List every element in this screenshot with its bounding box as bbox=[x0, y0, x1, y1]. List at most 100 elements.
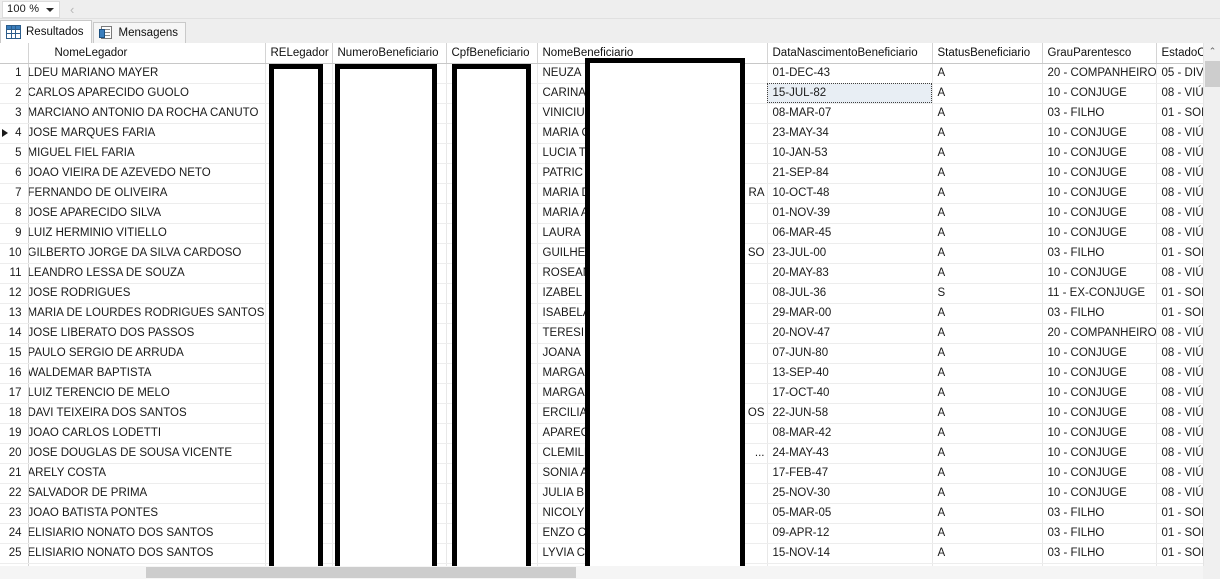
row-number[interactable]: 25 bbox=[0, 543, 29, 564]
row-number[interactable]: 12 bbox=[0, 283, 29, 304]
cell-nomelegador[interactable]: JOSE MARQUES FARIA bbox=[28, 123, 266, 144]
cell-nomelegador[interactable]: LEANDRO LESSA DE SOUZA bbox=[28, 263, 266, 284]
cell-datanascimento[interactable]: 01-NOV-39 bbox=[767, 203, 933, 224]
cell-grauparentesco[interactable]: 10 - CONJUGE bbox=[1042, 163, 1157, 184]
row-number[interactable]: 10 bbox=[0, 243, 29, 264]
row-number[interactable]: 8 bbox=[0, 203, 29, 224]
cell-datanascimento[interactable]: 23-JUL-00 bbox=[767, 243, 933, 264]
row-number[interactable]: 15 bbox=[0, 343, 29, 364]
row-number[interactable]: 7 bbox=[0, 183, 29, 204]
row-number[interactable]: 3 bbox=[0, 103, 29, 124]
column-header-nomelegador[interactable]: NomeLegador bbox=[28, 43, 266, 64]
cell-nomelegador[interactable]: ARELY COSTA bbox=[28, 463, 266, 484]
horizontal-scrollbar[interactable] bbox=[0, 566, 1203, 579]
cell-status[interactable]: A bbox=[932, 383, 1043, 404]
column-header-rownum[interactable] bbox=[0, 43, 29, 64]
cell-status[interactable]: A bbox=[932, 303, 1043, 324]
vertical-scrollbar[interactable]: ⌃ ⌄ bbox=[1203, 43, 1220, 579]
cell-nomelegador[interactable]: MARIA DE LOURDES RODRIGUES SANTOS bbox=[28, 303, 266, 324]
cell-nomelegador[interactable]: FERNANDO DE OLIVEIRA bbox=[28, 183, 266, 204]
cell-datanascimento[interactable]: 21-SEP-84 bbox=[767, 163, 933, 184]
cell-datanascimento[interactable]: 15-NOV-14 bbox=[767, 543, 933, 564]
cell-status[interactable]: A bbox=[932, 123, 1043, 144]
cell-grauparentesco[interactable]: 03 - FILHO bbox=[1042, 523, 1157, 544]
cell-grauparentesco[interactable]: 10 - CONJUGE bbox=[1042, 203, 1157, 224]
cell-grauparentesco[interactable]: 10 - CONJUGE bbox=[1042, 363, 1157, 384]
cell-status[interactable]: A bbox=[932, 203, 1043, 224]
cell-nomelegador[interactable]: WALDEMAR BAPTISTA bbox=[28, 363, 266, 384]
cell-status[interactable]: A bbox=[932, 143, 1043, 164]
cell-status[interactable]: A bbox=[932, 443, 1043, 464]
cell-nomelegador[interactable]: JOSE DOUGLAS DE SOUSA VICENTE bbox=[28, 443, 266, 464]
cell-grauparentesco[interactable]: 03 - FILHO bbox=[1042, 503, 1157, 524]
cell-datanascimento[interactable]: 22-JUN-58 bbox=[767, 403, 933, 424]
cell-nomelegador[interactable]: GILBERTO JORGE DA SILVA CARDOSO bbox=[28, 243, 266, 264]
cell-grauparentesco[interactable]: 10 - CONJUGE bbox=[1042, 443, 1157, 464]
cell-grauparentesco[interactable]: 20 - COMPANHEIRO bbox=[1042, 323, 1157, 344]
column-header-datanascimentobeneficiario[interactable]: DataNascimentoBeneficiario bbox=[767, 43, 933, 64]
cell-status[interactable]: A bbox=[932, 83, 1043, 104]
cell-nomelegador[interactable]: SALVADOR DE PRIMA bbox=[28, 483, 266, 504]
cell-datanascimento[interactable]: 23-MAY-34 bbox=[767, 123, 933, 144]
row-number[interactable]: 20 bbox=[0, 443, 29, 464]
cell-status[interactable]: A bbox=[932, 163, 1043, 184]
cell-datanascimento[interactable]: 17-FEB-47 bbox=[767, 463, 933, 484]
cell-grauparentesco[interactable]: 10 - CONJUGE bbox=[1042, 423, 1157, 444]
cell-status[interactable]: A bbox=[932, 523, 1043, 544]
column-header-grauparentesco[interactable]: GrauParentesco bbox=[1042, 43, 1157, 64]
chevron-down-icon[interactable] bbox=[46, 7, 54, 12]
cell-status[interactable]: A bbox=[932, 243, 1043, 264]
cell-nomelegador[interactable]: LUIZ TERENCIO DE MELO bbox=[28, 383, 266, 404]
cell-status[interactable]: A bbox=[932, 503, 1043, 524]
column-header-cpfbeneficiario[interactable]: CpfBeneficiario bbox=[446, 43, 538, 64]
cell-datanascimento[interactable]: 05-MAR-05 bbox=[767, 503, 933, 524]
cell-datanascimento[interactable]: 06-MAR-45 bbox=[767, 223, 933, 244]
cell-datanascimento[interactable]: 20-MAY-83 bbox=[767, 263, 933, 284]
cell-status[interactable]: A bbox=[932, 363, 1043, 384]
cell-grauparentesco[interactable]: 10 - CONJUGE bbox=[1042, 263, 1157, 284]
cell-datanascimento[interactable]: 10-JAN-53 bbox=[767, 143, 933, 164]
row-number[interactable]: 18 bbox=[0, 403, 29, 424]
cell-status[interactable]: A bbox=[932, 483, 1043, 504]
row-number[interactable]: 22 bbox=[0, 483, 29, 504]
cell-nomelegador[interactable]: JOAO VIEIRA DE AZEVEDO NETO bbox=[28, 163, 266, 184]
vertical-scrollbar-thumb[interactable] bbox=[1205, 61, 1220, 87]
cell-nomelegador[interactable]: LUIZ HERMINIO VITIELLO bbox=[28, 223, 266, 244]
cell-grauparentesco[interactable]: 11 - EX-CONJUGE bbox=[1042, 283, 1157, 304]
cell-grauparentesco[interactable]: 10 - CONJUGE bbox=[1042, 483, 1157, 504]
cell-status[interactable]: A bbox=[932, 323, 1043, 344]
cell-grauparentesco[interactable]: 10 - CONJUGE bbox=[1042, 343, 1157, 364]
cell-datanascimento[interactable]: 08-JUL-36 bbox=[767, 283, 933, 304]
column-header-numerobeneficiario[interactable]: NumeroBeneficiario bbox=[332, 43, 447, 64]
cell-grauparentesco[interactable]: 10 - CONJUGE bbox=[1042, 123, 1157, 144]
cell-nomelegador[interactable]: ELISIARIO NONATO DOS SANTOS bbox=[28, 543, 266, 564]
row-number[interactable]: 23 bbox=[0, 503, 29, 524]
column-header-relegador[interactable]: RELegador bbox=[265, 43, 333, 64]
row-number[interactable]: 19 bbox=[0, 423, 29, 444]
cell-status[interactable]: A bbox=[932, 183, 1043, 204]
cell-datanascimento[interactable]: 13-SEP-40 bbox=[767, 363, 933, 384]
cell-nomelegador[interactable]: LDEU MARIANO MAYER bbox=[28, 63, 266, 84]
row-number[interactable]: 24 bbox=[0, 523, 29, 544]
row-number[interactable]: 4 bbox=[0, 123, 29, 144]
cell-status[interactable]: A bbox=[932, 403, 1043, 424]
row-number[interactable]: 9 bbox=[0, 223, 29, 244]
row-number[interactable]: 21 bbox=[0, 463, 29, 484]
tab-mensagens[interactable]: Mensagens bbox=[92, 22, 187, 43]
cell-grauparentesco[interactable]: 10 - CONJUGE bbox=[1042, 183, 1157, 204]
cell-datanascimento[interactable]: 15-JUL-82 bbox=[767, 83, 933, 104]
cell-grauparentesco[interactable]: 10 - CONJUGE bbox=[1042, 143, 1157, 164]
cell-datanascimento[interactable]: 01-DEC-43 bbox=[767, 63, 933, 84]
cell-datanascimento[interactable]: 09-APR-12 bbox=[767, 523, 933, 544]
cell-status[interactable]: S bbox=[932, 283, 1043, 304]
cell-nomelegador[interactable]: MIGUEL FIEL FARIA bbox=[28, 143, 266, 164]
row-number[interactable]: 17 bbox=[0, 383, 29, 404]
cell-nomelegador[interactable]: JOSE RODRIGUES bbox=[28, 283, 266, 304]
tab-resultados[interactable]: Resultados bbox=[0, 20, 92, 43]
zoom-level-dropdown[interactable]: 100 % bbox=[2, 0, 60, 18]
row-number[interactable]: 14 bbox=[0, 323, 29, 344]
cell-grauparentesco[interactable]: 10 - CONJUGE bbox=[1042, 383, 1157, 404]
cell-nomelegador[interactable]: JOAO CARLOS LODETTI bbox=[28, 423, 266, 444]
cell-status[interactable]: A bbox=[932, 543, 1043, 564]
cell-datanascimento[interactable]: 29-MAR-00 bbox=[767, 303, 933, 324]
